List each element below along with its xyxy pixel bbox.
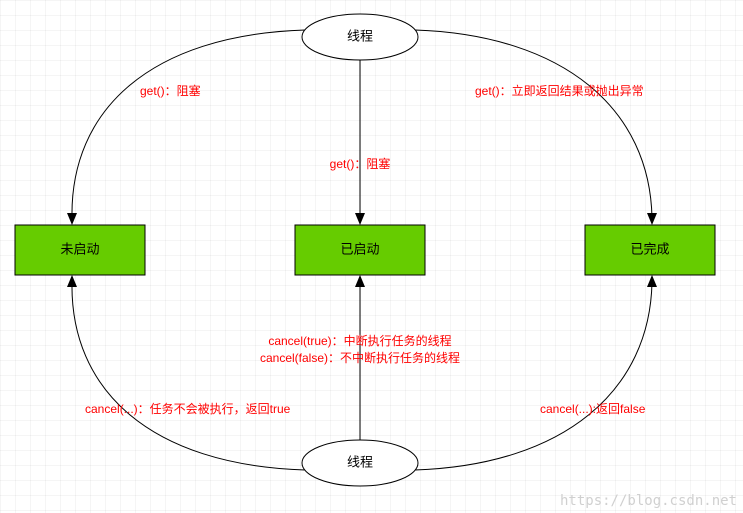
arrow-top-left (67, 213, 77, 225)
thread-top-label: 线程 (347, 28, 373, 43)
edge-bottom-right (415, 282, 652, 470)
edge-bottom-left (72, 282, 305, 470)
arrow-bottom-right (647, 275, 657, 287)
edge-top-left (72, 30, 305, 218)
arrow-top-mid (355, 213, 365, 225)
arrow-bottom-mid (355, 275, 365, 287)
arrow-bottom-left (67, 275, 77, 287)
diagram-svg: 线程 线程 未启动 已启动 已完成 get()：阻塞 get()：阻塞 get(… (0, 0, 743, 513)
state-started-label: 已启动 (340, 241, 379, 256)
arrow-top-right (647, 213, 657, 225)
watermark: https://blog.csdn.net (560, 493, 737, 509)
edge-top-right (415, 30, 652, 218)
label-top-left: get()：阻塞 (140, 83, 201, 98)
label-bottom-mid-2: cancel(false)：不中断执行任务的线程 (260, 350, 460, 365)
diagram-canvas: 线程 线程 未启动 已启动 已完成 get()：阻塞 get()：阻塞 get(… (0, 0, 743, 513)
label-bottom-left: cancel(...)：任务不会被执行，返回true (85, 401, 291, 416)
state-done-label: 已完成 (630, 241, 669, 256)
thread-bottom-label: 线程 (347, 454, 373, 469)
label-bottom-mid-1: cancel(true)：中断执行任务的线程 (268, 333, 451, 348)
label-bottom-right: cancel(...):返回false (540, 402, 646, 416)
label-top-mid: get()：阻塞 (330, 156, 391, 171)
state-not-started-label: 未启动 (60, 241, 99, 256)
label-top-right: get()：立即返回结果或抛出异常 (475, 83, 644, 98)
